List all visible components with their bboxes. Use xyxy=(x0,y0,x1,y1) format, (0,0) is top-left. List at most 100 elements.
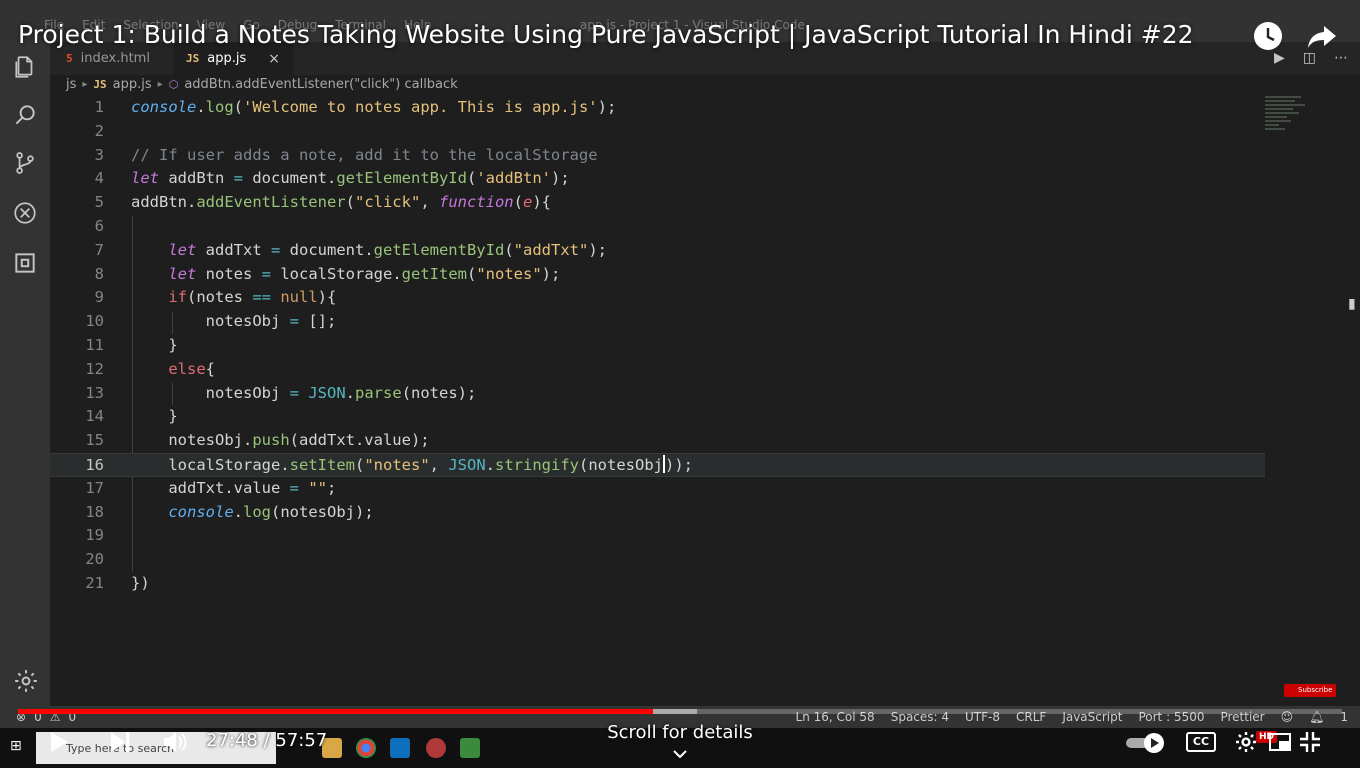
code-line[interactable]: 1 console.log('Welcome to notes app. This… xyxy=(50,96,1265,120)
extensions-icon[interactable] xyxy=(12,250,38,276)
line-number: 2 xyxy=(94,121,104,140)
code-line[interactable]: 7 let addTxt = document.getElementById("… xyxy=(50,239,1265,263)
code-token: // If user adds a note, add it to the lo… xyxy=(131,145,598,164)
code-token: null xyxy=(280,288,318,307)
code-line[interactable]: 21}) xyxy=(50,572,1265,596)
search-icon[interactable] xyxy=(12,102,38,128)
breadcrumb-file[interactable]: app.js xyxy=(113,77,152,92)
code-token: = xyxy=(289,478,299,497)
captions-button[interactable]: CC xyxy=(1186,732,1216,752)
activity-bar xyxy=(0,42,50,706)
code-line[interactable]: 6 xyxy=(50,215,1265,239)
code-token: (notes); xyxy=(401,383,477,402)
code-line[interactable]: 4 let addBtn = document.getElementById('a… xyxy=(50,167,1265,191)
code-token: JSON xyxy=(448,455,486,474)
code-token: ){ xyxy=(317,288,337,307)
vscode-taskbar-icon[interactable] xyxy=(390,738,410,758)
source-control-icon[interactable] xyxy=(12,150,38,176)
scroll-for-details[interactable]: Scroll for details xyxy=(560,722,800,743)
manage-gear-icon[interactable] xyxy=(13,668,39,694)
code-text: notesObj = JSON.parse(notes); xyxy=(131,382,477,406)
video-title[interactable]: Project 1: Build a Notes Taking Website … xyxy=(18,20,1194,49)
code-token: []; xyxy=(299,312,337,331)
code-line[interactable]: 18 console.log(notesObj); xyxy=(50,501,1265,525)
explorer-icon[interactable] xyxy=(12,54,38,80)
code-token: log xyxy=(243,502,271,521)
line-number: 5 xyxy=(94,193,104,212)
tab-label: app.js xyxy=(207,51,247,66)
code-token: ){ xyxy=(532,193,551,212)
chevron-right-icon: ▸ xyxy=(82,79,88,90)
line-number: 20 xyxy=(85,550,104,569)
code-line[interactable]: 10 notesObj = []; xyxy=(50,310,1265,334)
code-line[interactable]: 16 localStorage.setItem("notes", JSON.st… xyxy=(50,452,1265,477)
screen-recorder-icon[interactable] xyxy=(426,738,446,758)
code-line[interactable]: 8 let notes = localStorage.getItem("note… xyxy=(50,263,1265,287)
run-icon[interactable]: ▶ xyxy=(1274,50,1285,66)
code-token: addTxt.value xyxy=(168,478,290,497)
code-token: 'addBtn' xyxy=(476,169,551,188)
line-number: 15 xyxy=(85,431,104,450)
code-line[interactable]: 20 xyxy=(50,548,1265,572)
code-token: function xyxy=(438,193,514,212)
code-line[interactable]: 11 } xyxy=(50,334,1265,358)
code-text: // If user adds a note, add it to the lo… xyxy=(131,144,598,168)
code-token: }) xyxy=(131,573,150,592)
chrome-icon[interactable] xyxy=(356,738,376,758)
minimap[interactable] xyxy=(1265,96,1315,136)
code-token: parse xyxy=(355,383,402,402)
line-number: 7 xyxy=(94,240,104,259)
fullscreen-exit-icon[interactable] xyxy=(1298,730,1322,758)
code-token: = xyxy=(289,383,299,402)
code-line[interactable]: 15 notesObj.push(addTxt.value); xyxy=(50,429,1265,453)
notepad-icon[interactable] xyxy=(460,738,480,758)
code-line[interactable]: 3 // If user adds a note, add it to the l… xyxy=(50,144,1265,168)
windows-start-icon[interactable]: ⊞ xyxy=(10,738,22,754)
breadcrumb-folder[interactable]: js xyxy=(66,77,76,92)
close-icon[interactable]: × xyxy=(268,51,280,67)
duration: 57:57 xyxy=(275,730,328,751)
code-line[interactable]: 2 xyxy=(50,120,1265,144)
autoplay-toggle-icon[interactable] xyxy=(1124,732,1168,760)
played-bar xyxy=(18,709,654,714)
scrollbar-thumb[interactable]: ▮ xyxy=(1348,296,1358,312)
play-icon[interactable] xyxy=(44,728,72,756)
chevron-down-icon[interactable] xyxy=(672,746,688,760)
code-token: . xyxy=(345,383,356,402)
code-text: addTxt.value = ""; xyxy=(131,477,336,501)
code-line[interactable]: 13 notesObj = JSON.parse(notes); xyxy=(50,382,1265,406)
code-line[interactable]: 17 addTxt.value = ""; xyxy=(50,477,1265,501)
code-token: 'Welcome to notes app. This is app.js' xyxy=(243,98,598,116)
volume-icon[interactable] xyxy=(160,728,188,756)
code-line[interactable]: 5 addBtn.addEventListener("click", functi… xyxy=(50,191,1265,215)
line-number: 16 xyxy=(85,455,104,474)
code-token: "" xyxy=(308,478,328,497)
split-editor-icon[interactable]: ◫ xyxy=(1303,50,1316,66)
code-token: notesObj xyxy=(205,312,290,331)
debug-icon[interactable] xyxy=(12,200,38,226)
code-token: ( xyxy=(466,264,477,283)
code-line[interactable]: 14 } xyxy=(50,405,1265,429)
tab-label: index.html xyxy=(80,51,150,66)
code-token: if xyxy=(168,288,187,307)
clock-icon[interactable] xyxy=(1252,20,1284,52)
video-progress-bar[interactable] xyxy=(18,709,1342,714)
code-editor[interactable]: 1 console.log('Welcome to notes app. This… xyxy=(50,96,1265,596)
code-line[interactable]: 12 else{ xyxy=(50,358,1265,382)
line-number: 8 xyxy=(94,264,104,283)
settings-icon[interactable] xyxy=(1234,730,1258,758)
more-actions-icon[interactable]: ⋯ xyxy=(1334,50,1348,66)
js-file-icon: JS xyxy=(186,52,200,65)
code-text: console.log(notesObj); xyxy=(131,501,373,525)
code-line[interactable]: 9 if(notes == null){ xyxy=(50,286,1265,310)
subscribe-watermark[interactable]: Subscribe xyxy=(1284,684,1336,697)
code-token: ( xyxy=(466,169,477,188)
code-line[interactable]: 19 xyxy=(50,524,1265,548)
miniplayer-icon[interactable] xyxy=(1268,732,1292,760)
breadcrumb-symbol[interactable]: addBtn.addEventListener("click") callbac… xyxy=(184,77,457,92)
code-token: ( xyxy=(513,193,523,212)
share-icon[interactable] xyxy=(1306,20,1338,52)
code-token: ); xyxy=(541,264,561,283)
next-icon[interactable] xyxy=(106,728,134,756)
line-number: 21 xyxy=(85,573,104,592)
